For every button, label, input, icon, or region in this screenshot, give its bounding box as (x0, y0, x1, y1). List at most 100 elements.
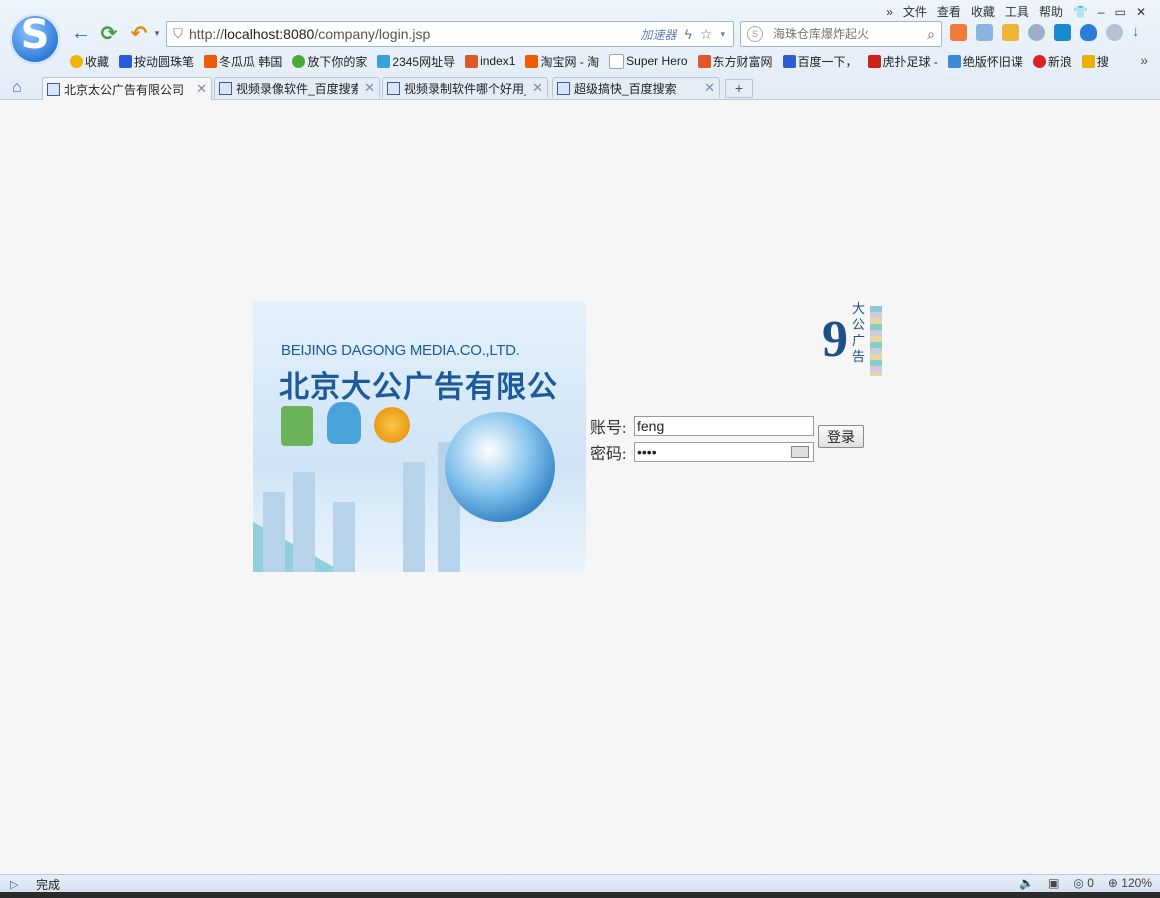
reader-icon[interactable] (976, 24, 993, 41)
status-text: 完成 (36, 877, 61, 892)
close-window-button[interactable]: ✕ (1136, 5, 1146, 19)
browser-logo-icon[interactable] (10, 12, 60, 64)
ct-icon (947, 54, 961, 68)
login-button[interactable]: 登录 (818, 425, 864, 448)
account-value: feng (637, 418, 665, 434)
url-path: /company/login.jsp (314, 26, 431, 42)
bookmark-label: 收藏 (85, 54, 110, 69)
page-icon (47, 82, 60, 96)
bookmark-label: Super Hero (626, 54, 688, 68)
bookmark-item[interactable]: 收藏 (70, 53, 109, 70)
bookmark-item[interactable]: 百度一下， (782, 53, 858, 70)
eastmoney-icon (697, 54, 711, 68)
password-value: •••• (637, 444, 657, 460)
menu-tools[interactable]: 工具 (1005, 3, 1029, 20)
bookmark-item[interactable]: 虎扑足球 - (867, 53, 938, 70)
building-shape (403, 462, 425, 572)
bookmark-item[interactable]: 按动圆珠笔 (119, 53, 194, 70)
speaker-icon[interactable]: 🔈 (1019, 876, 1034, 890)
close-icon[interactable]: ✕ (532, 80, 543, 96)
bolt-icon[interactable]: ϟ (684, 26, 691, 42)
restore-button[interactable]: ▭ (1115, 5, 1126, 19)
accelerator-label[interactable]: 加速器 (640, 26, 676, 43)
building-shape (333, 502, 355, 572)
address-bar[interactable]: ⛉ http://localhost:8080/company/login.js… (166, 21, 734, 47)
keyboard-icon[interactable] (791, 446, 809, 458)
search-input[interactable] (771, 26, 928, 42)
security-icon[interactable] (1080, 24, 1097, 41)
bookmark-label: 虎扑足球 - (882, 54, 938, 69)
menu-favorites[interactable]: 收藏 (971, 3, 995, 20)
notes-icon[interactable] (1002, 24, 1019, 41)
adblock-icon[interactable]: ◎ 0 (1073, 876, 1094, 890)
refresh-icon[interactable]: ⟳ (98, 22, 120, 45)
home-icon[interactable]: ⌂ (12, 79, 22, 97)
status-bar: ▷ 完成 🔈 ▣ ◎ 0 ⊕ 120% (0, 874, 1160, 893)
menu-file[interactable]: 文件 (903, 3, 927, 20)
menu-help[interactable]: 帮助 (1039, 3, 1063, 20)
baidu-icon (119, 54, 133, 68)
tab-company[interactable]: 北京太公广告有限公司 ✕ (42, 77, 212, 100)
back-icon[interactable]: ← (70, 22, 92, 44)
bookmark-label: 百度一下， (797, 54, 858, 69)
new-tab-button[interactable]: + (725, 79, 753, 98)
taobao-icon (525, 54, 539, 68)
tab-search-1[interactable]: 视频录像软件_百度搜索 ✕ (214, 77, 380, 98)
game-icon[interactable] (950, 24, 967, 41)
search-box: S ⌕ (740, 21, 942, 47)
globe-icon (445, 412, 555, 522)
search-engine-icon[interactable]: S (747, 26, 763, 42)
logo-bars (870, 306, 882, 376)
baidu-icon (782, 54, 796, 68)
baidu-icon (219, 81, 232, 95)
bookmark-label: 按动圆珠笔 (134, 54, 195, 69)
bookmark-label: 新浪 (1047, 54, 1072, 69)
url-prefix: http:// (189, 26, 225, 42)
download-icon[interactable]: ↓ (1132, 24, 1149, 41)
menu-view[interactable]: 查看 (937, 3, 961, 20)
bookmark-item[interactable]: 冬瓜瓜 韩国 (204, 53, 282, 70)
close-icon[interactable]: ✕ (364, 80, 375, 96)
tab-search-3[interactable]: 超级搞快_百度搜索 ✕ (552, 77, 720, 98)
shield-icon: ⛉ (173, 26, 183, 41)
star-icon[interactable]: ☆ (700, 26, 713, 43)
bookmark-item[interactable]: 2345网址导 (377, 53, 455, 70)
account-input[interactable]: feng (634, 416, 814, 436)
password-input[interactable]: •••• (634, 442, 814, 462)
bookmarks-more-icon[interactable]: » (1140, 52, 1148, 68)
screenshot-icon[interactable] (1054, 24, 1071, 41)
site-icon (292, 54, 306, 68)
company-logo: 9 大公广告 (822, 302, 884, 380)
briefcase-icon[interactable]: ▣ (1048, 876, 1059, 890)
skin-icon[interactable]: 👕 (1073, 5, 1088, 19)
company-banner: BEIJING DAGONG MEDIA.CO.,LTD. 北京大公广告有限公司 (253, 302, 586, 572)
search-icon[interactable]: ⌕ (927, 26, 935, 43)
taskbar (0, 892, 1160, 898)
star-icon (70, 54, 83, 68)
minimize-button[interactable]: – (1098, 5, 1105, 19)
undo-dropdown-icon[interactable]: ▾ (146, 22, 168, 44)
play-icon[interactable]: ▷ (10, 878, 28, 891)
url-text[interactable]: http://localhost:8080/company/login.jsp (189, 26, 640, 42)
bookmark-item[interactable]: 搜 (1081, 53, 1109, 70)
cloud-icon[interactable] (1028, 24, 1045, 41)
browser-chrome: » 文件 查看 收藏 工具 帮助 👕 – ▭ ✕ ← ⟳ ↶ ▾ ⛉ http:… (0, 0, 1160, 100)
bookmark-item[interactable]: index1 (465, 54, 515, 68)
bookmark-item[interactable]: 放下你的家 (292, 53, 367, 70)
home-icon (465, 54, 479, 68)
bookmark-label: 放下你的家 (307, 54, 368, 69)
chevron-down-icon[interactable]: ▾ (720, 29, 725, 40)
more-icon[interactable] (1106, 24, 1123, 41)
tab-search-2[interactable]: 视频录制软件哪个好用_百 ✕ (382, 77, 548, 98)
building-shape (293, 472, 315, 572)
bookmark-item[interactable]: 淘宝网 - 淘 (525, 53, 599, 70)
menu-more[interactable]: » (886, 5, 893, 19)
close-icon[interactable]: ✕ (704, 80, 715, 96)
close-icon[interactable]: ✕ (196, 81, 207, 97)
zoom-icon[interactable]: ⊕ 120% (1108, 876, 1152, 890)
bookmark-label: 冬瓜瓜 韩国 (219, 54, 283, 69)
bookmark-item[interactable]: Super Hero (609, 53, 688, 69)
bookmark-item[interactable]: 新浪 (1032, 53, 1072, 70)
bookmark-item[interactable]: 绝版怀旧谍 (947, 53, 1023, 70)
bookmark-item[interactable]: 东方财富网 (697, 53, 773, 70)
